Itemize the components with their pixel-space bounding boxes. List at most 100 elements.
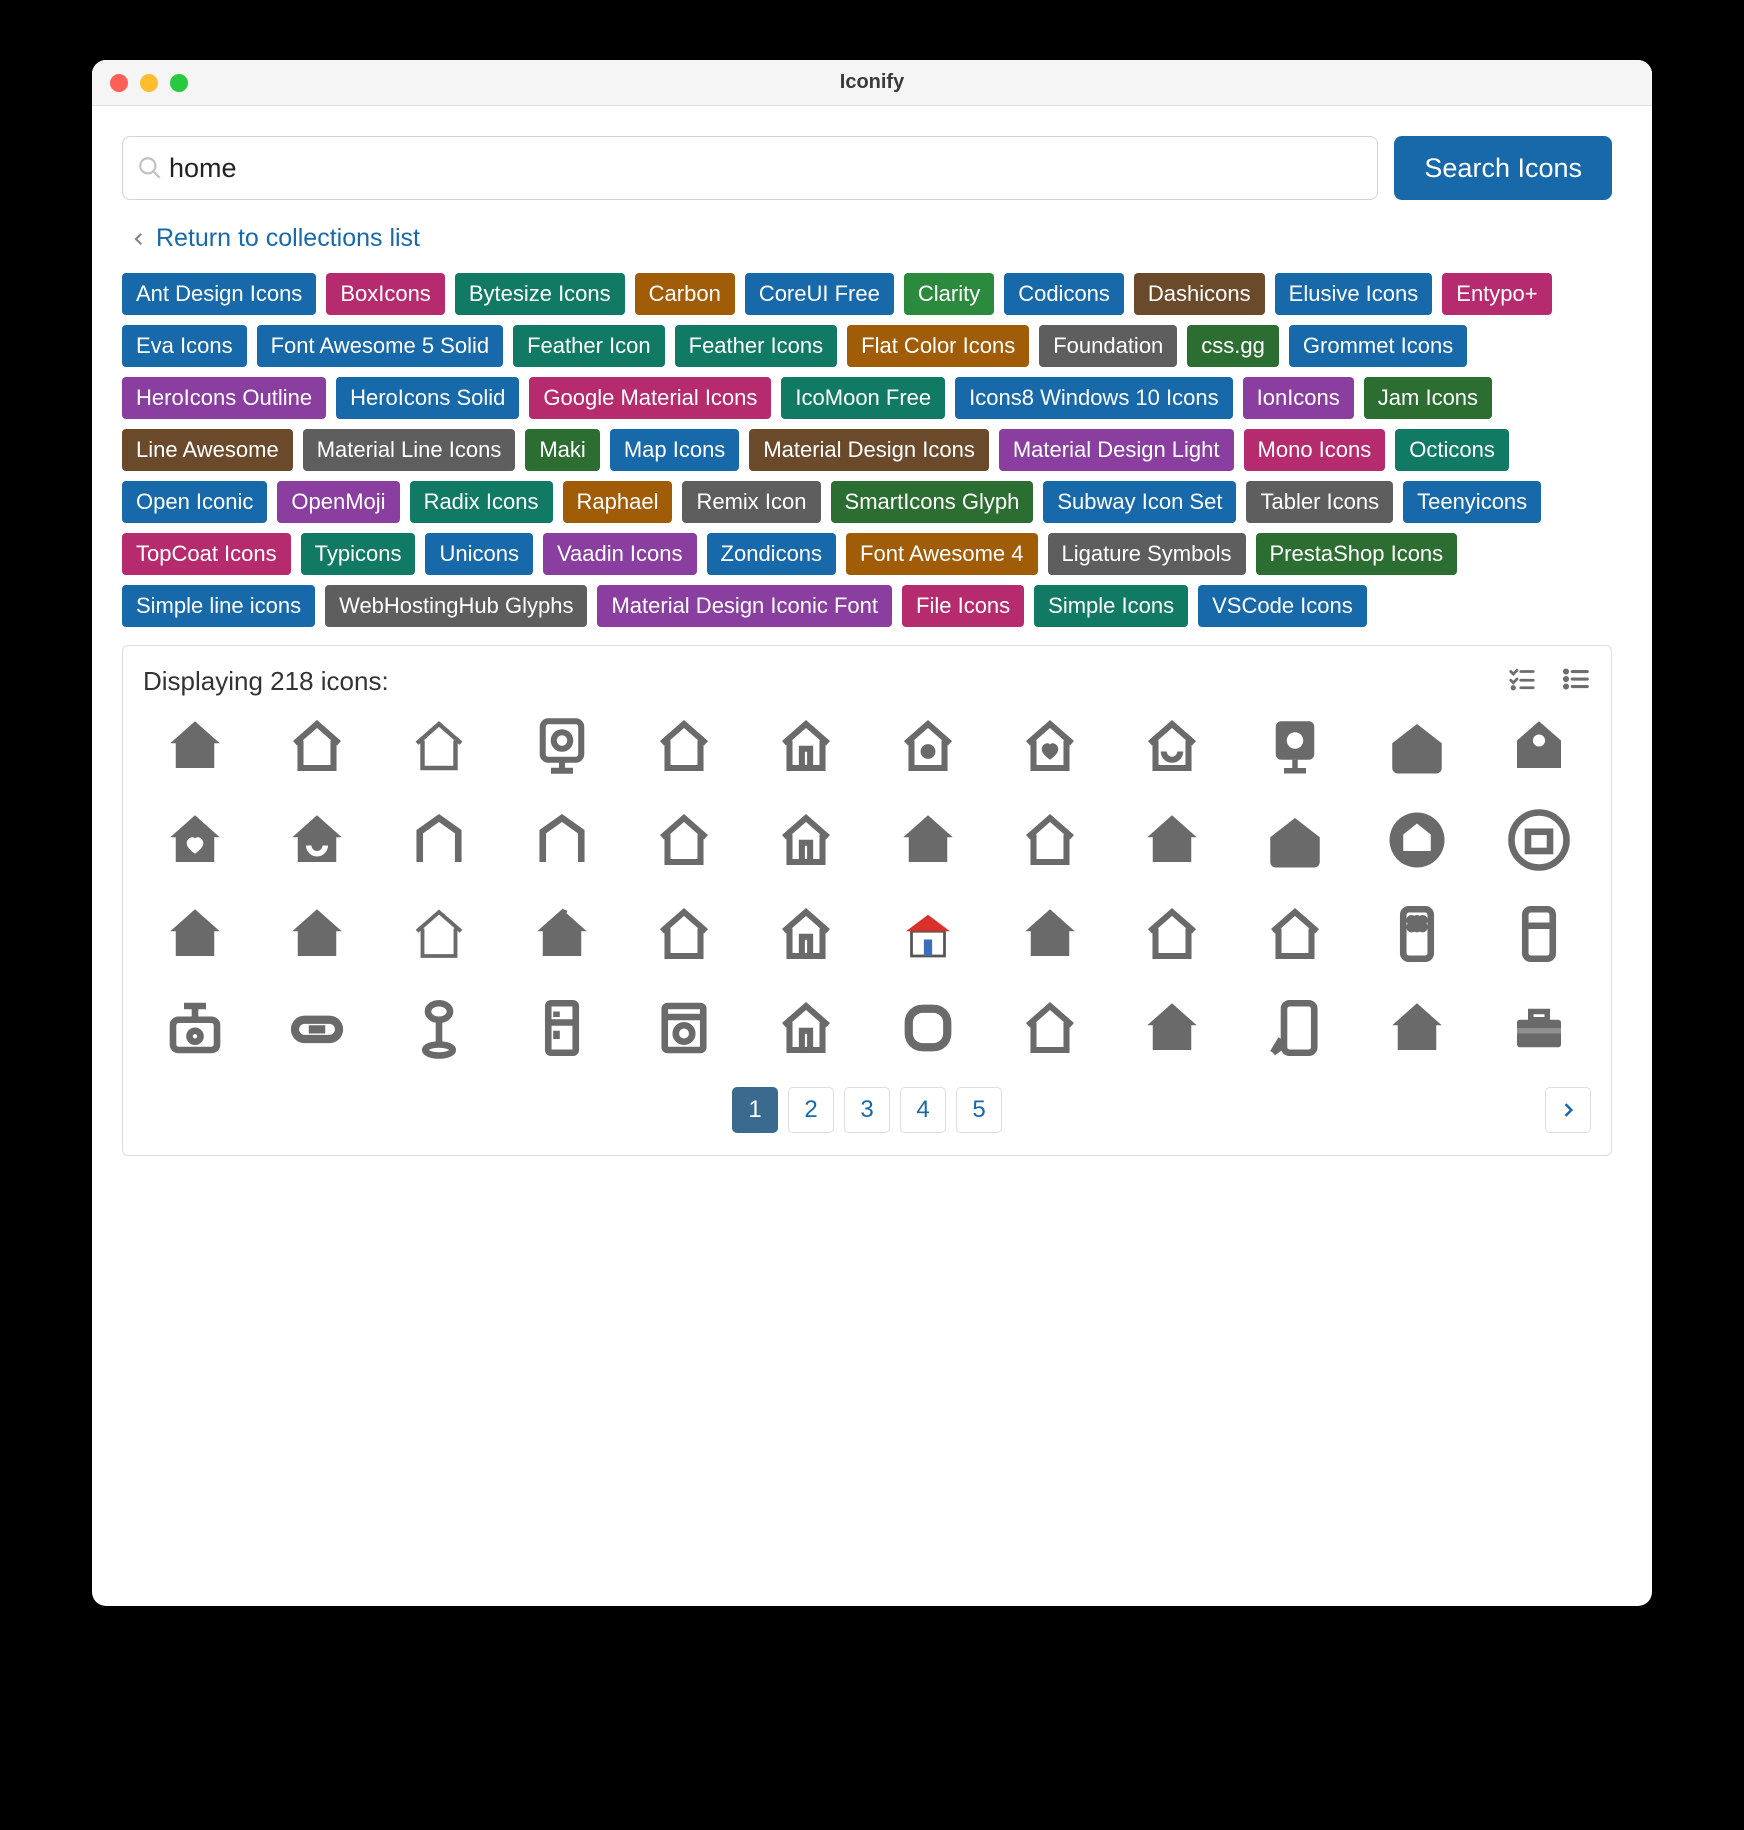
search-box[interactable] — [122, 136, 1378, 200]
radio-home-icon[interactable] — [143, 995, 247, 1061]
collection-tag[interactable]: Typicons — [301, 533, 416, 575]
scroll-area[interactable]: Search Icons Return to collections list … — [92, 106, 1652, 1606]
collection-tag[interactable]: Ant Design Icons — [122, 273, 316, 315]
home-frame-icon[interactable] — [1120, 901, 1224, 967]
page-next[interactable] — [1545, 1087, 1591, 1133]
page-1[interactable]: 1 — [732, 1087, 778, 1133]
view-list-checked-icon[interactable] — [1507, 664, 1537, 699]
collection-tag[interactable]: Ligature Symbols — [1048, 533, 1246, 575]
home-roof-door-icon[interactable] — [754, 713, 858, 779]
collection-tag[interactable]: Font Awesome 4 — [846, 533, 1037, 575]
collection-tag[interactable]: Mono Icons — [1244, 429, 1386, 471]
collection-tag[interactable]: Remix Icon — [682, 481, 820, 523]
page-2[interactable]: 2 — [788, 1087, 834, 1133]
home-tall-outline-icon[interactable] — [509, 807, 613, 873]
home-heart-outline-icon[interactable] — [998, 713, 1102, 779]
collection-tag[interactable]: Octicons — [1395, 429, 1509, 471]
home-frame-round-icon[interactable] — [1242, 901, 1346, 967]
collection-tag[interactable]: Tabler Icons — [1246, 481, 1393, 523]
collection-tag[interactable]: Feather Icon — [513, 325, 665, 367]
collection-tag[interactable]: WebHostingHub Glyphs — [325, 585, 587, 627]
collection-tag[interactable]: OpenMoji — [277, 481, 399, 523]
collection-tag[interactable]: CoreUI Free — [745, 273, 894, 315]
collection-tag[interactable]: HeroIcons Outline — [122, 377, 326, 419]
search-button[interactable]: Search Icons — [1394, 136, 1612, 200]
collection-tag[interactable]: Map Icons — [610, 429, 740, 471]
home-smile-outline-icon[interactable] — [1120, 713, 1224, 779]
webcam-outline-icon[interactable] — [509, 713, 613, 779]
home-fill-v2-icon[interactable] — [1365, 995, 1469, 1061]
collection-tag[interactable]: VSCode Icons — [1198, 585, 1367, 627]
home-fill-icon[interactable] — [143, 713, 247, 779]
home-fill-v-icon[interactable] — [1120, 995, 1224, 1061]
collection-tag[interactable]: Line Awesome — [122, 429, 293, 471]
collection-tag[interactable]: Feather Icons — [675, 325, 838, 367]
home-arch-door-icon[interactable] — [754, 901, 858, 967]
home-solid-icon[interactable] — [998, 901, 1102, 967]
home-fill-wide-icon[interactable] — [1365, 713, 1469, 779]
smartphone-home-icon[interactable] — [1365, 901, 1469, 967]
page-5[interactable]: 5 — [956, 1087, 1002, 1133]
collection-tag[interactable]: Codicons — [1004, 273, 1124, 315]
home-line-thin-icon[interactable] — [387, 901, 491, 967]
toolbox-home-icon[interactable] — [1487, 995, 1591, 1061]
collection-tag[interactable]: BoxIcons — [326, 273, 445, 315]
collection-tag[interactable]: Entypo+ — [1442, 273, 1551, 315]
collection-tag[interactable]: Foundation — [1039, 325, 1177, 367]
home-outline-icon[interactable] — [265, 713, 369, 779]
home-fill-slash-icon[interactable] — [509, 901, 613, 967]
collection-tag[interactable]: IonIcons — [1243, 377, 1354, 419]
home-v-outline-icon[interactable] — [998, 995, 1102, 1061]
home-color-icon[interactable] — [876, 901, 980, 967]
home-heart-fill-icon[interactable] — [143, 807, 247, 873]
collection-tag[interactable]: Unicons — [425, 533, 532, 575]
collection-tag[interactable]: PrestaShop Icons — [1256, 533, 1458, 575]
home-smile-fill-icon[interactable] — [265, 807, 369, 873]
collection-tag[interactable]: Material Design Icons — [749, 429, 989, 471]
fridge-home-icon[interactable] — [509, 995, 613, 1061]
collection-tag[interactable]: Open Iconic — [122, 481, 267, 523]
collection-tag[interactable]: Teenyicons — [1403, 481, 1541, 523]
collection-tag[interactable]: Maki — [525, 429, 599, 471]
collection-tag[interactable]: Grommet Icons — [1289, 325, 1467, 367]
collection-tag[interactable]: Font Awesome 5 Solid — [257, 325, 504, 367]
home-square-round-icon[interactable] — [876, 995, 980, 1061]
home-fill-dark-icon[interactable] — [265, 901, 369, 967]
link-home-icon[interactable] — [265, 995, 369, 1061]
lamp-home-icon[interactable] — [387, 995, 491, 1061]
collection-tag[interactable]: Zondicons — [707, 533, 837, 575]
collection-tag[interactable]: css.gg — [1187, 325, 1279, 367]
home-minimal-outline-icon[interactable] — [387, 807, 491, 873]
collection-tag[interactable]: Simple Icons — [1034, 585, 1188, 627]
view-list-icon[interactable] — [1561, 664, 1591, 699]
home-wide-fill-icon[interactable] — [1242, 807, 1346, 873]
page-3[interactable]: 3 — [844, 1087, 890, 1133]
collection-tag[interactable]: Bytesize Icons — [455, 273, 625, 315]
search-input[interactable] — [169, 153, 1363, 184]
collection-tag[interactable]: File Icons — [902, 585, 1024, 627]
collection-tag[interactable]: Radix Icons — [410, 481, 553, 523]
collection-tag[interactable]: Vaadin Icons — [543, 533, 697, 575]
collection-tag[interactable]: Material Design Light — [999, 429, 1234, 471]
collection-tag[interactable]: Subway Icon Set — [1043, 481, 1236, 523]
return-link[interactable]: Return to collections list — [130, 224, 420, 253]
webcam-fill-icon[interactable] — [1242, 713, 1346, 779]
collection-tag[interactable]: IcoMoon Free — [781, 377, 945, 419]
collection-tag[interactable]: Dashicons — [1134, 273, 1265, 315]
home-fill-simple-icon[interactable] — [876, 807, 980, 873]
home-fill-gable-icon[interactable] — [1120, 807, 1224, 873]
home-round-outline-icon[interactable] — [998, 807, 1102, 873]
collection-tag[interactable]: Raphael — [563, 481, 673, 523]
home-tall-door-icon[interactable] — [754, 995, 858, 1061]
collection-tag[interactable]: Eva Icons — [122, 325, 247, 367]
home-door-outline-icon[interactable] — [754, 807, 858, 873]
collection-tag[interactable]: Simple line icons — [122, 585, 315, 627]
home-outline-light-icon[interactable] — [387, 713, 491, 779]
collection-tag[interactable]: Jam Icons — [1364, 377, 1492, 419]
collection-tag[interactable]: Elusive Icons — [1275, 273, 1433, 315]
close-icon[interactable] — [110, 74, 128, 92]
collection-tag[interactable]: Flat Color Icons — [847, 325, 1029, 367]
home-circle-fill-icon[interactable] — [1365, 807, 1469, 873]
collection-tag[interactable]: HeroIcons Solid — [336, 377, 519, 419]
home-fill-short-icon[interactable] — [143, 901, 247, 967]
